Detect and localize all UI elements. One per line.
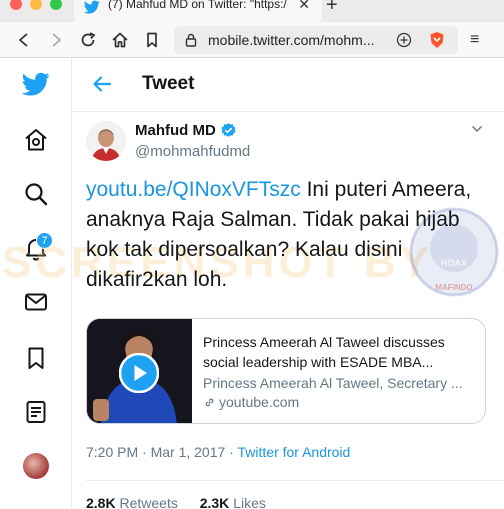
window-minimize-button[interactable] — [30, 0, 42, 10]
lists-icon[interactable] — [22, 398, 50, 426]
brave-shield-icon[interactable] — [428, 31, 446, 49]
card-domain: youtube.com — [203, 394, 299, 410]
retweets-label: Retweets — [119, 495, 178, 509]
twitter-bird-icon — [84, 0, 100, 14]
tweet-detail-column: Tweet Mahfud MD @mohmahfudmd youtu.be/QI… — [72, 58, 504, 509]
tweet-meta: 7:20 PM · Mar 1, 2017 · Twitter for Andr… — [86, 444, 350, 460]
window-close-button[interactable] — [10, 0, 22, 10]
author-handle[interactable]: @mohmahfudmd — [135, 143, 250, 160]
menu-icon[interactable]: ≡ — [470, 31, 479, 49]
lock-icon — [185, 33, 197, 47]
address-bar[interactable]: mobile.twitter.com/mohm... — [174, 26, 458, 54]
chevron-down-icon[interactable] — [470, 122, 484, 136]
retweets-count: 2.8K — [86, 495, 116, 509]
bookmark-icon[interactable] — [142, 30, 162, 50]
verified-badge-icon — [221, 123, 236, 137]
link-preview-card[interactable]: Princess Ameerah Al Taweel discusses soc… — [86, 318, 486, 424]
home-nav-icon[interactable] — [22, 126, 50, 154]
card-title: Princess Ameerah Al Taweel discusses soc… — [203, 334, 445, 370]
home-icon[interactable] — [110, 30, 130, 50]
bookmarks-icon[interactable] — [22, 344, 50, 372]
tab-title: (7) Mahfud MD on Twitter: "https:/ — [108, 0, 287, 11]
video-thumbnail[interactable] — [87, 319, 192, 423]
likes-label: Likes — [233, 495, 266, 509]
tweet-source[interactable]: Twitter for Android — [238, 444, 351, 460]
twitter-logo-icon[interactable] — [22, 70, 50, 98]
page-title: Tweet — [142, 73, 195, 94]
forward-icon[interactable] — [46, 30, 66, 50]
tweet-header: Tweet — [72, 58, 504, 112]
browser-tab-bar: (7) Mahfud MD on Twitter: "https:/ ✕ + — [0, 0, 504, 22]
explore-search-icon[interactable] — [22, 180, 50, 208]
tweet-stats: 2.8K Retweets 2.3K Likes — [86, 495, 266, 509]
messages-mail-icon[interactable] — [22, 288, 50, 316]
add-bookmark-icon[interactable] — [396, 32, 412, 48]
back-icon[interactable] — [14, 30, 34, 50]
browser-toolbar: mobile.twitter.com/mohm... ≡ — [0, 22, 504, 58]
tab-close-icon[interactable]: ✕ — [298, 0, 310, 13]
tweet-text: youtu.be/QINoxVFTszc Ini puteri Ameera, … — [86, 175, 496, 295]
link-icon — [205, 398, 214, 407]
divider — [86, 480, 504, 481]
author-name[interactable]: Mahfud MD — [135, 122, 216, 139]
likes-count: 2.3K — [199, 495, 230, 509]
meta-separator: · — [225, 444, 238, 460]
profile-avatar[interactable] — [23, 453, 49, 479]
window-zoom-button[interactable] — [50, 0, 62, 10]
back-arrow-icon[interactable] — [90, 72, 114, 96]
card-description: Princess Ameerah Al Taweel, Secretary ..… — [203, 375, 463, 391]
reload-icon[interactable] — [78, 30, 98, 50]
card-domain-text: youtube.com — [219, 394, 300, 410]
play-button-icon[interactable] — [119, 353, 159, 393]
new-tab-button[interactable]: + — [326, 0, 338, 17]
tweet-link[interactable]: youtu.be/QINoxVFTszc — [86, 178, 301, 201]
tweet-time[interactable]: 7:20 PM · Mar 1, 2017 — [86, 444, 225, 460]
url-text[interactable]: mobile.twitter.com/mohm... — [208, 32, 375, 48]
retweets-stat[interactable]: 2.8K Retweets — [86, 495, 178, 509]
likes-stat[interactable]: 2.3K Likes — [200, 495, 266, 509]
browser-tab-active[interactable]: (7) Mahfud MD on Twitter: "https:/ ✕ — [74, 0, 322, 22]
author-avatar[interactable] — [86, 121, 126, 161]
